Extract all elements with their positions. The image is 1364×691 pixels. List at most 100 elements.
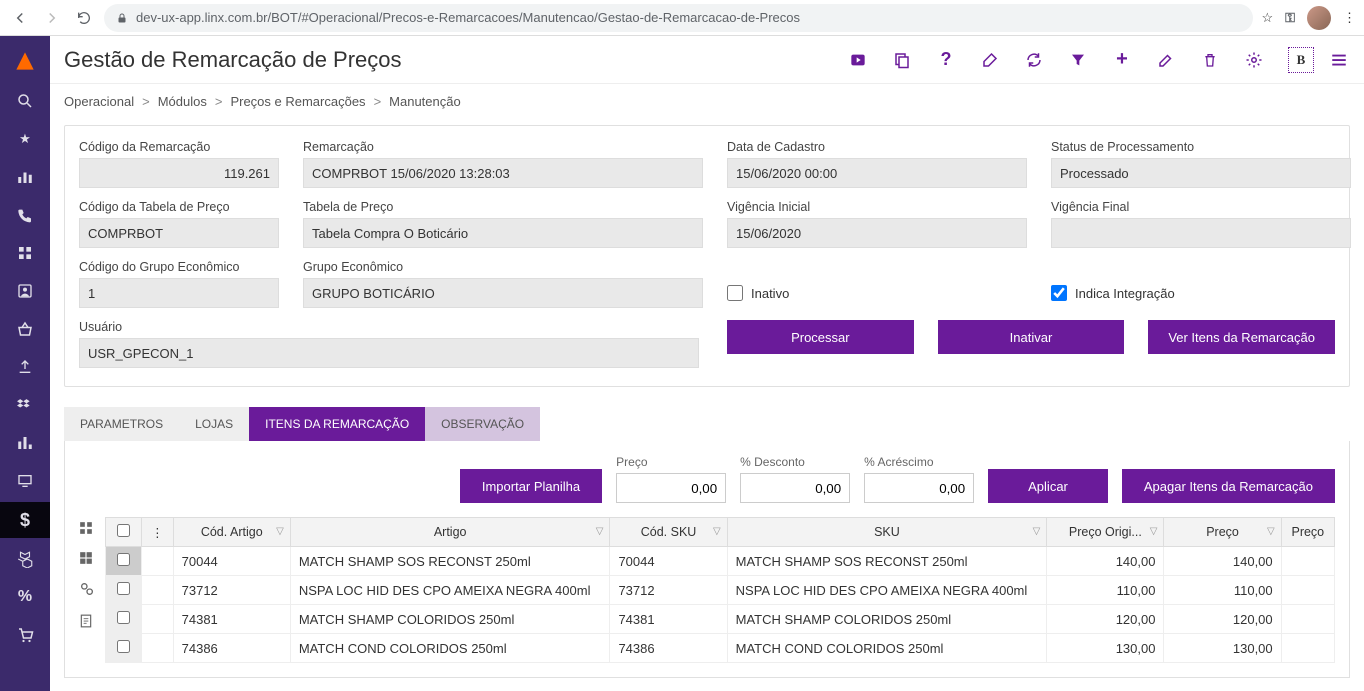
crumb[interactable]: Preços e Remarcações [230, 94, 365, 109]
input-codigo-grupo[interactable] [79, 278, 279, 308]
col-sku[interactable]: SKU▽ [727, 518, 1047, 547]
phone-icon[interactable] [14, 204, 36, 226]
menu-icon[interactable] [1328, 51, 1350, 69]
col-artigo[interactable]: Artigo▽ [290, 518, 610, 547]
eraser-icon[interactable] [980, 50, 1000, 70]
field-remarcacao: Remarcação [303, 140, 703, 188]
field-status: Status de Processamento [1051, 140, 1351, 188]
basket-icon[interactable] [14, 318, 36, 340]
cell-preco: 140,00 [1164, 547, 1281, 576]
chart-icon[interactable] [14, 166, 36, 188]
grid-icon[interactable] [14, 242, 36, 264]
field-vigencia-final: Vigência Final [1051, 200, 1351, 248]
integracao-checkbox[interactable] [1051, 285, 1067, 301]
col-cod-sku[interactable]: Cód. SKU▽ [610, 518, 727, 547]
grid-toolbar [79, 517, 95, 663]
table-row[interactable]: 74381 MATCH SHAMP COLORIDOS 250ml 74381 … [106, 605, 1335, 634]
breadcrumb: Operacional > Módulos > Preços e Remarca… [50, 84, 1364, 119]
importar-button[interactable]: Importar Planilha [460, 469, 602, 503]
input-status[interactable] [1051, 158, 1351, 188]
apagar-button[interactable]: Apagar Itens da Remarcação [1122, 469, 1335, 503]
gear-icon[interactable] [1244, 50, 1264, 70]
tab-itens[interactable]: ITENS DA REMARCAÇÃO [249, 407, 425, 441]
col-checkbox[interactable] [106, 518, 142, 547]
input-acrescimo[interactable] [864, 473, 974, 503]
url-bar[interactable]: dev-ux-app.linx.com.br/BOT/#Operacional/… [104, 4, 1253, 32]
boxes-icon[interactable] [14, 548, 36, 570]
dollar-icon[interactable]: $ [0, 502, 50, 538]
export-icon[interactable] [79, 613, 95, 629]
percent-icon[interactable]: % [14, 586, 36, 608]
refresh-icon[interactable] [1024, 50, 1044, 70]
input-data-cadastro[interactable] [727, 158, 1027, 188]
tile-view-icon[interactable] [79, 551, 95, 565]
tab-observacao[interactable]: OBSERVAÇÃO [425, 407, 540, 441]
filter-icon[interactable] [1068, 50, 1088, 70]
settings-icon[interactable] [79, 581, 95, 597]
chart2-icon[interactable] [14, 432, 36, 454]
brand-badge[interactable]: B [1288, 47, 1314, 73]
row-checkbox[interactable] [117, 582, 130, 595]
crumb[interactable]: Módulos [158, 94, 207, 109]
checkbox-integracao[interactable]: Indica Integração [1051, 260, 1351, 308]
aplicar-button[interactable]: Aplicar [988, 469, 1108, 503]
col-preco2[interactable]: Preço [1281, 518, 1334, 547]
row-checkbox[interactable] [117, 553, 130, 566]
app-logo[interactable] [12, 48, 38, 74]
input-remarcacao[interactable] [303, 158, 703, 188]
input-grupo[interactable] [303, 278, 703, 308]
edit-icon[interactable] [1156, 50, 1176, 70]
contact-icon[interactable] [14, 280, 36, 302]
field-vigencia-inicial: Vigência Inicial [727, 200, 1027, 248]
col-preco[interactable]: Preço▽ [1164, 518, 1281, 547]
browser-menu-icon[interactable]: ⋮ [1343, 10, 1356, 26]
monitor-icon[interactable] [14, 470, 36, 492]
input-preco[interactable] [616, 473, 726, 503]
tab-lojas[interactable]: LOJAS [179, 407, 249, 441]
search-icon[interactable] [14, 90, 36, 112]
crumb[interactable]: Manutenção [389, 94, 461, 109]
cart-icon[interactable] [14, 624, 36, 646]
star-icon[interactable]: ★ [14, 128, 36, 150]
crumb-sep: > [215, 94, 223, 109]
row-checkbox[interactable] [117, 611, 130, 624]
help-icon[interactable]: ? [936, 50, 956, 70]
col-preco-origi[interactable]: Preço Origi...▽ [1047, 518, 1164, 547]
copy-icon[interactable] [892, 50, 912, 70]
trash-icon[interactable] [1200, 50, 1220, 70]
input-desconto[interactable] [740, 473, 850, 503]
key-icon[interactable]: ⚿ [1285, 10, 1295, 26]
reload-button[interactable] [72, 6, 96, 30]
input-tabela[interactable] [303, 218, 703, 248]
inativo-checkbox[interactable] [727, 285, 743, 301]
processar-button[interactable]: Processar [727, 320, 914, 354]
tab-parametros[interactable]: PARAMETROS [64, 407, 179, 441]
upload-icon[interactable] [14, 356, 36, 378]
grid-view-icon[interactable] [79, 521, 95, 535]
table-row[interactable]: 74386 MATCH COND COLORIDOS 250ml 74386 M… [106, 634, 1335, 663]
url-text: dev-ux-app.linx.com.br/BOT/#Operacional/… [136, 10, 800, 25]
inativar-button[interactable]: Inativar [938, 320, 1125, 354]
input-usuario[interactable] [79, 338, 699, 368]
row-checkbox[interactable] [117, 640, 130, 653]
plus-icon[interactable]: + [1112, 50, 1132, 70]
crumb[interactable]: Operacional [64, 94, 134, 109]
col-cod-artigo[interactable]: Cód. Artigo▽ [173, 518, 290, 547]
star-icon[interactable]: ☆ [1261, 10, 1273, 26]
ver-itens-button[interactable]: Ver Itens da Remarcação [1148, 320, 1335, 354]
cell-preco: 120,00 [1164, 605, 1281, 634]
video-icon[interactable] [848, 50, 868, 70]
table-row[interactable]: 70044 MATCH SHAMP SOS RECONST 250ml 7004… [106, 547, 1335, 576]
checkbox-inativo[interactable]: Inativo [727, 260, 1027, 308]
profile-avatar[interactable] [1307, 6, 1331, 30]
input-codigo-tabela[interactable] [79, 218, 279, 248]
dropbox-icon[interactable] [14, 394, 36, 416]
field-codigo-remarcacao: Código da Remarcação [79, 140, 279, 188]
back-button[interactable] [8, 6, 32, 30]
input-codigo-remarcacao[interactable] [79, 158, 279, 188]
forward-button[interactable] [40, 6, 64, 30]
input-vigencia-inicial[interactable] [727, 218, 1027, 248]
table-row[interactable]: 73712 NSPA LOC HID DES CPO AMEIXA NEGRA … [106, 576, 1335, 605]
col-hash[interactable]: ⋮ [142, 518, 173, 547]
input-vigencia-final[interactable] [1051, 218, 1351, 248]
